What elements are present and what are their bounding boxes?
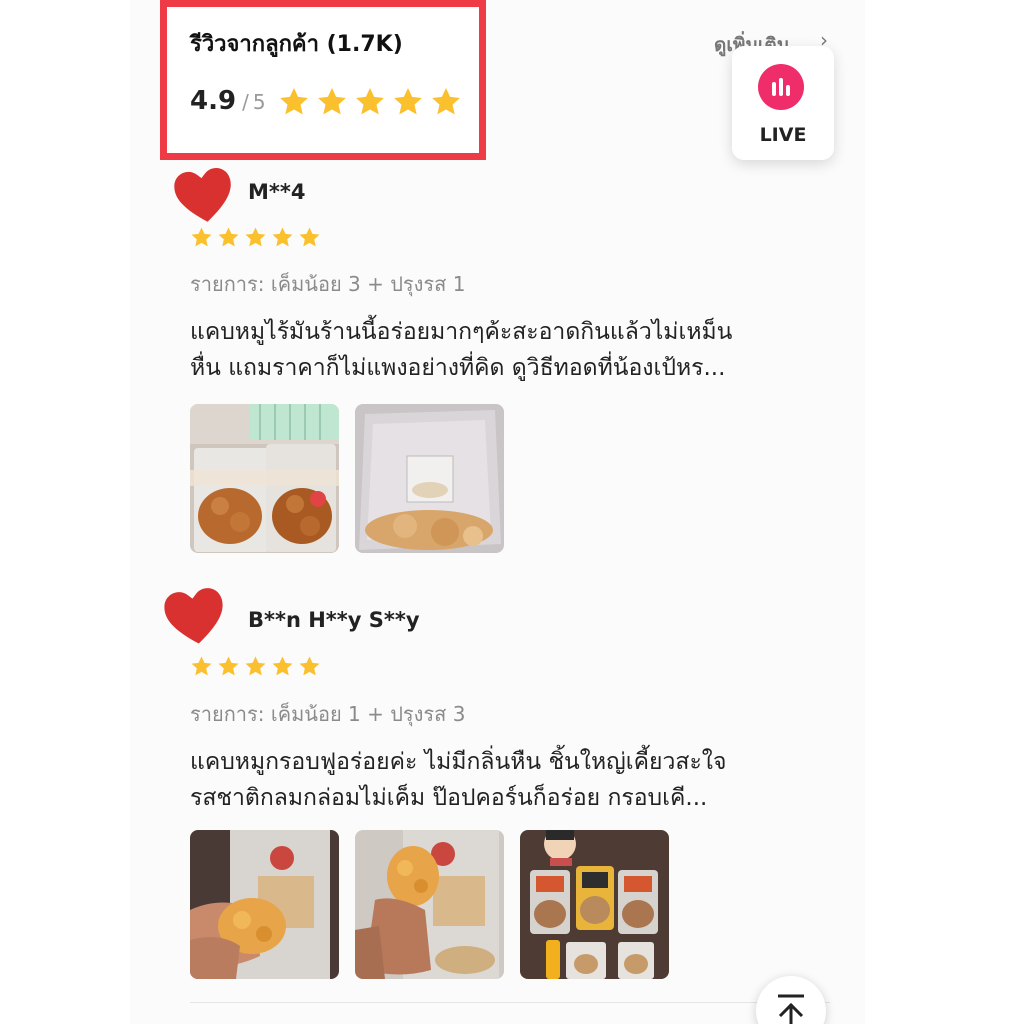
- scroll-to-top-icon: [778, 994, 804, 1024]
- review-text-line: หื่น แถมราคาก็ไม่แพงอย่างที่คิด ดูวิธีทอ…: [190, 355, 726, 381]
- divider: [190, 1002, 830, 1003]
- review-photo[interactable]: [355, 830, 504, 979]
- scroll-to-top-button[interactable]: [756, 976, 826, 1024]
- rating-score: 4.9: [190, 86, 237, 116]
- star-icon: [394, 88, 422, 115]
- review-summary-highlight: [160, 0, 486, 160]
- heart-icon: [174, 168, 231, 222]
- review-text-line: รสชาติกลมกล่อมไม่เค็ม ป๊อปคอร์นก็อร่อย ก…: [190, 785, 708, 811]
- review-photos: [190, 404, 504, 553]
- star-icon: [218, 227, 239, 247]
- star-icon: [272, 227, 293, 247]
- summary-star-rating: [278, 86, 462, 118]
- reviewer-name: M**4: [248, 180, 306, 204]
- star-icon: [191, 656, 212, 676]
- rating-max: 5: [252, 90, 266, 114]
- review-text-line: แคบหมูไร้มันร้านนี้อร่อยมากๆค้ะสะอาดกินแ…: [190, 319, 733, 345]
- review-star-rating: [190, 226, 321, 249]
- star-icon: [280, 88, 308, 115]
- star-icon: [432, 88, 460, 115]
- average-rating: 4.9 / 5: [190, 86, 266, 116]
- live-label: LIVE: [759, 124, 807, 146]
- star-icon: [299, 227, 320, 247]
- review-text-line: แคบหมูกรอบฟูอร่อยค่ะ ไม่มีกลิ่นหืน ชิ้นใ…: [190, 749, 727, 775]
- review-photo[interactable]: [190, 404, 339, 553]
- star-icon: [318, 88, 346, 115]
- variant-text: รายการ: เค็มน้อย 1 + ปรุงรส 3: [190, 702, 466, 726]
- review-photo[interactable]: [520, 830, 669, 979]
- live-button[interactable]: LIVE: [732, 46, 834, 160]
- star-icon: [299, 656, 320, 676]
- star-icon: [272, 656, 293, 676]
- reviewer-name: B**n H**y S**y: [248, 608, 420, 632]
- star-icon: [218, 656, 239, 676]
- star-icon: [245, 656, 266, 676]
- review-star-rating: [190, 655, 321, 678]
- heart-icon: [164, 588, 223, 644]
- star-icon: [191, 227, 212, 247]
- review-photo[interactable]: [355, 404, 504, 553]
- review-section-title: รีวิวจากลูกค้า (1.7K): [190, 32, 403, 57]
- review-photo[interactable]: [190, 830, 339, 979]
- review-text[interactable]: แคบหมูไร้มันร้านนี้อร่อยมากๆค้ะสะอาดกินแ…: [190, 314, 840, 386]
- live-bars-icon: [758, 64, 804, 110]
- star-icon: [245, 227, 266, 247]
- star-icon: [356, 88, 384, 115]
- review-photos: [190, 830, 669, 979]
- review-text[interactable]: แคบหมูกรอบฟูอร่อยค่ะ ไม่มีกลิ่นหืน ชิ้นใ…: [190, 744, 840, 816]
- variant-text: รายการ: เค็มน้อย 3 + ปรุงรส 1: [190, 272, 466, 296]
- rating-slash: /: [242, 90, 249, 114]
